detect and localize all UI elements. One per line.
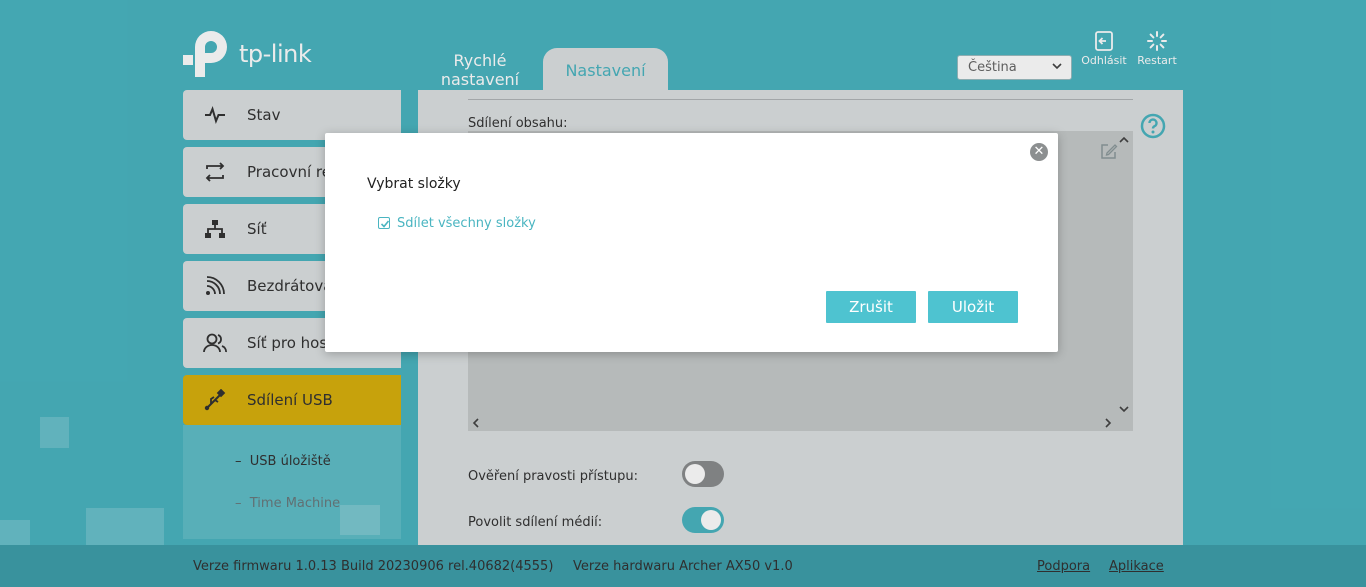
select-folders-dialog: ✕ Vybrat složky Sdílet všechny složky Zr… xyxy=(325,133,1058,352)
cancel-button[interactable]: Zrušit xyxy=(826,291,916,323)
share-all-folders-checkbox[interactable] xyxy=(378,217,390,229)
checkmark-icon xyxy=(380,220,390,228)
save-button[interactable]: Uložit xyxy=(928,291,1018,323)
share-all-folders-label[interactable]: Sdílet všechny složky xyxy=(397,216,536,231)
dialog-title: Vybrat složky xyxy=(367,176,461,192)
close-icon[interactable]: ✕ xyxy=(1030,143,1048,161)
